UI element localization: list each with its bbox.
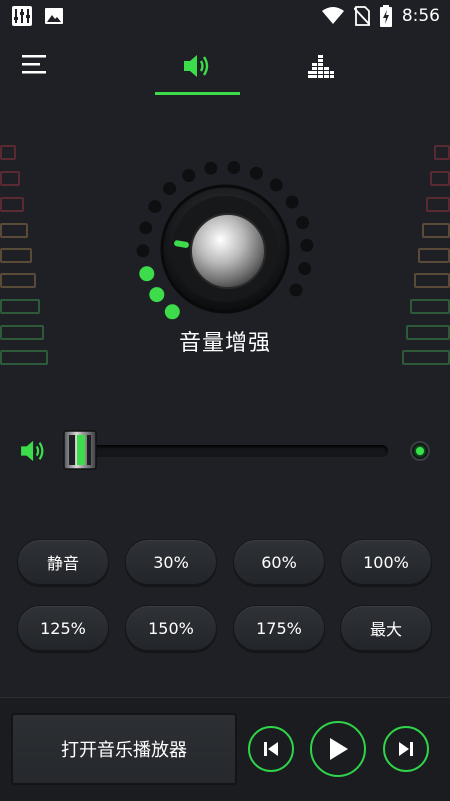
next-button[interactable] <box>383 726 429 772</box>
tab-volume[interactable] <box>155 40 240 92</box>
knob-dot <box>204 161 218 175</box>
previous-icon <box>264 742 278 756</box>
preset-max-button[interactable]: 最大 <box>340 605 432 651</box>
knob-metal-cap <box>190 213 266 289</box>
volume-slider-row <box>0 425 450 480</box>
preset-60-button[interactable]: 60% <box>233 539 325 585</box>
play-button[interactable] <box>310 721 366 777</box>
volume-slider-thumb[interactable] <box>62 429 98 471</box>
tab-equalizer[interactable] <box>300 40 342 92</box>
knob-dot <box>163 182 177 195</box>
volume-boost-knob[interactable] <box>0 150 450 330</box>
volume-boost-knob-area <box>0 150 450 330</box>
knob-dot-active <box>139 266 155 282</box>
knob-dot <box>182 169 196 182</box>
volume-icon <box>183 55 208 77</box>
knob-label: 音量增强 <box>178 331 271 356</box>
slider-max-indicator <box>410 441 430 461</box>
knob-dot <box>285 195 299 209</box>
preset-30-button[interactable]: 30% <box>125 539 217 585</box>
knob-dot <box>289 283 303 297</box>
knob-dot <box>300 238 314 252</box>
equalizer-icon <box>308 55 334 78</box>
top-nav <box>0 40 450 100</box>
knob-dot <box>139 221 153 235</box>
wifi-icon <box>321 7 344 24</box>
next-icon <box>399 742 413 756</box>
menu-button[interactable] <box>22 52 48 76</box>
preset-mute-button[interactable]: 静音 <box>17 539 109 585</box>
knob-dot-active <box>149 287 165 303</box>
status-bar-left <box>12 6 64 26</box>
preset-175-button[interactable]: 175% <box>233 605 325 651</box>
no-sim-icon <box>353 6 370 26</box>
status-bar: 8:56 <box>0 0 450 30</box>
preset-150-button[interactable]: 150% <box>125 605 217 651</box>
preset-100-button[interactable]: 100% <box>340 539 432 585</box>
preset-125-button[interactable]: 125% <box>17 605 109 651</box>
slider-volume-icon <box>21 440 44 462</box>
menu-icon <box>22 55 46 74</box>
play-icon <box>330 738 348 760</box>
equalizer-app-icon <box>12 6 32 26</box>
knob-dot <box>269 178 283 192</box>
knob-dot <box>298 262 312 275</box>
knob-dot <box>227 161 241 174</box>
knob-dot <box>249 166 263 180</box>
volume-slider-track[interactable] <box>88 445 388 457</box>
image-icon <box>45 8 63 24</box>
battery-charging-icon <box>379 5 392 27</box>
knob-dot <box>296 216 310 230</box>
knob-dot <box>136 244 150 258</box>
bottom-bar: 打开音乐播放器 <box>0 697 450 801</box>
open-music-player-button[interactable]: 打开音乐播放器 <box>11 713 237 785</box>
previous-button[interactable] <box>248 726 294 772</box>
status-time: 8:56 <box>401 6 440 26</box>
status-bar-right: 8:56 <box>321 5 440 27</box>
knob-dot-active <box>164 304 180 320</box>
knob-dot <box>148 200 162 213</box>
tab-active-indicator <box>155 92 240 95</box>
slider-max-indicator-dot <box>416 447 424 455</box>
